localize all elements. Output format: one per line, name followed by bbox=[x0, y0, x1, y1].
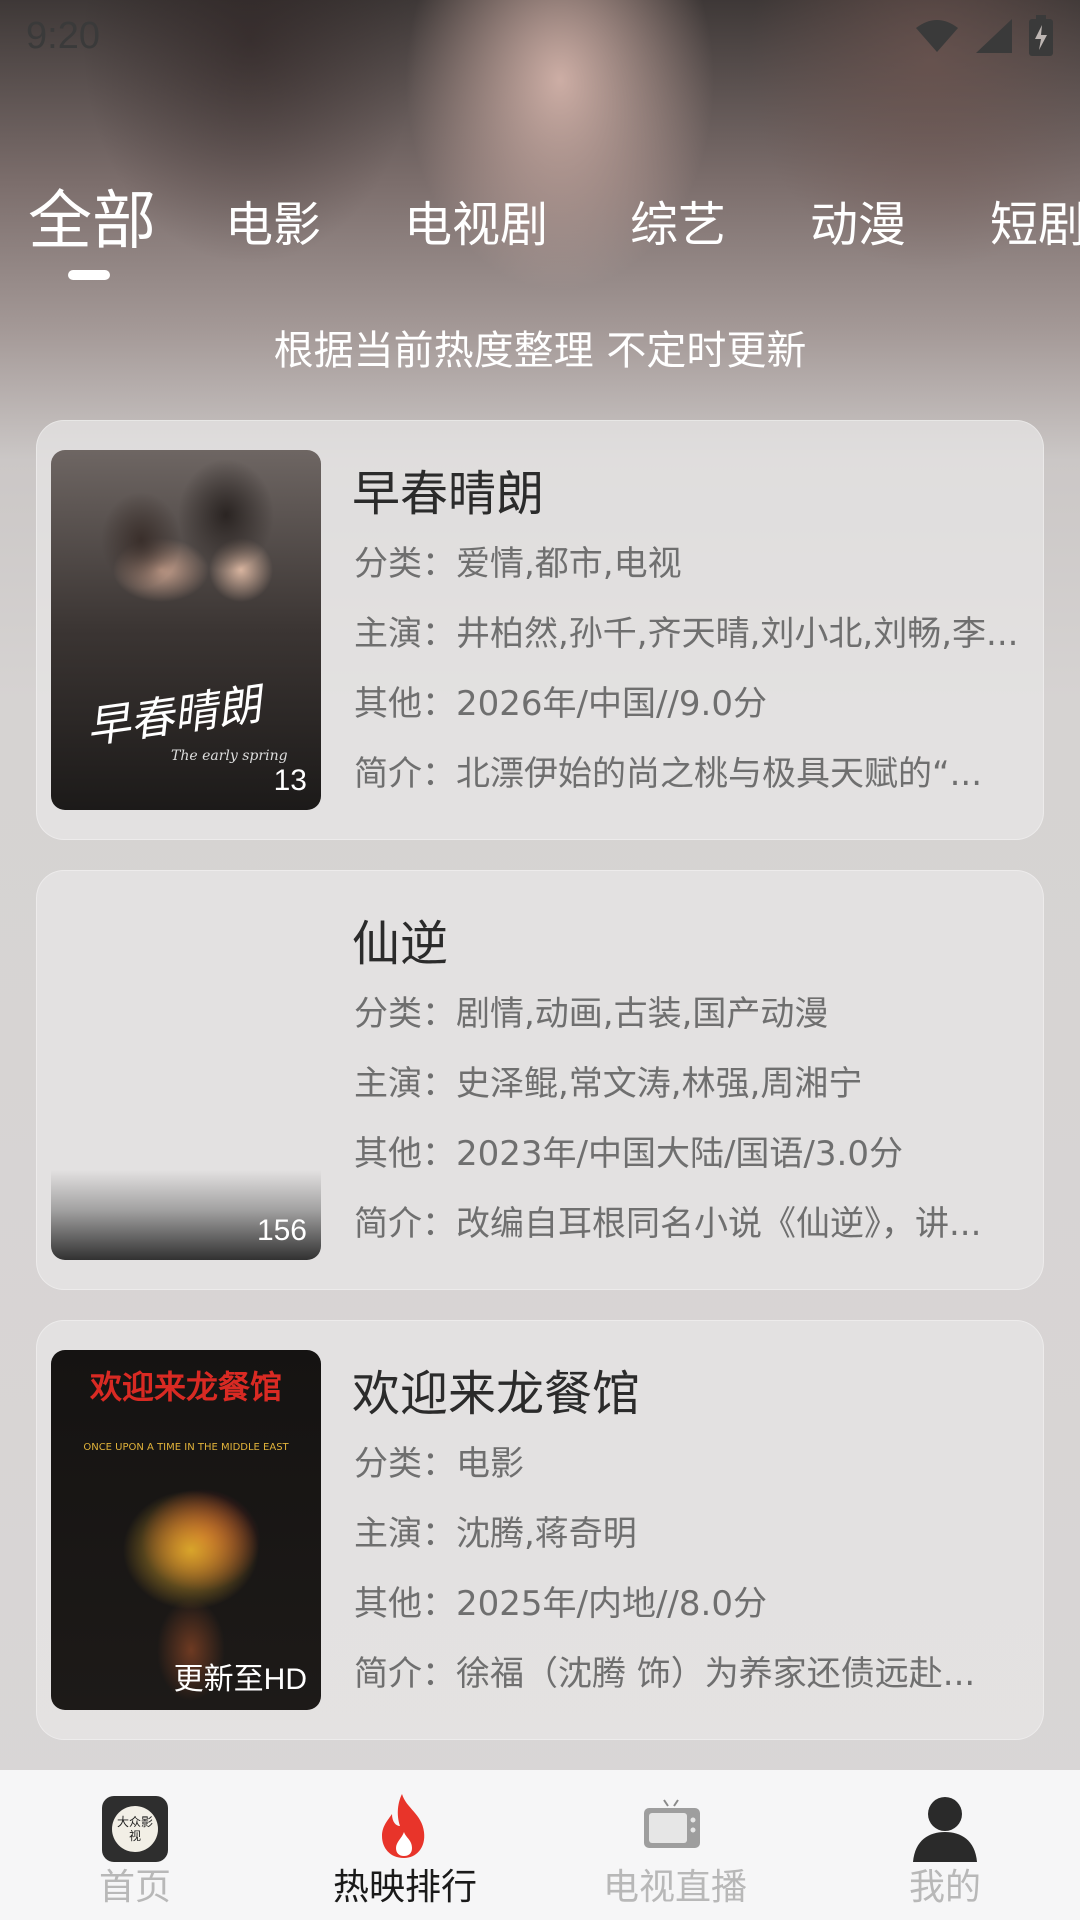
tab-anime[interactable]: 动漫 bbox=[810, 185, 906, 255]
category-tabs: 全部 电影 电视剧 综艺 动漫 短剧 bbox=[0, 170, 1080, 290]
status-time: 9:20 bbox=[26, 14, 100, 57]
user-icon bbox=[913, 1797, 977, 1862]
intro-text: 简介：北漂伊始的尚之桃与极具天赋的“... bbox=[354, 754, 983, 794]
category-text: 分类：电影 bbox=[354, 1444, 524, 1484]
update-badge: 更新至HD bbox=[173, 1663, 307, 1696]
episode-badge: 13 bbox=[273, 764, 307, 797]
cellular-signal-icon bbox=[976, 19, 1012, 53]
episode-badge: 156 bbox=[256, 1214, 307, 1247]
intro-text: 简介：改编自耳根同名小说《仙逆》，讲... bbox=[354, 1204, 982, 1244]
battery-icon bbox=[1029, 15, 1053, 56]
intro-text: 简介：徐福（沈腾 饰）为养家还债远赴... bbox=[354, 1654, 976, 1694]
list-item[interactable]: 早春晴朗 The early spring 13 早春晴朗 分类：爱情,都市,电… bbox=[36, 420, 1044, 840]
nav-hot-ranking[interactable]: 热映排行 bbox=[270, 1770, 540, 1920]
active-tab-indicator bbox=[68, 270, 110, 280]
poster-image: 早春晴朗 The early spring 13 bbox=[51, 450, 321, 810]
other-info-text: 其他：2026年/中国//9.0分 bbox=[354, 684, 767, 724]
flame-icon bbox=[382, 1794, 425, 1858]
nav-label-home: 首页 bbox=[98, 1867, 171, 1908]
status-icons bbox=[914, 15, 1054, 57]
tab-short-drama[interactable]: 短剧 bbox=[990, 185, 1080, 255]
category-text: 分类：剧情,动画,古装,国产动漫 bbox=[354, 994, 829, 1034]
category-text: 分类：爱情,都市,电视 bbox=[354, 544, 682, 584]
cast-text: 主演：沈腾,蒋奇明 bbox=[354, 1514, 637, 1554]
other-info-text: 其他：2023年/中国大陆/国语/3.0分 bbox=[354, 1134, 903, 1174]
tab-variety[interactable]: 综艺 bbox=[630, 185, 726, 255]
card-title: 欢迎来龙餐馆 bbox=[352, 1366, 641, 1422]
card-title: 仙逆 bbox=[352, 916, 449, 972]
poster-subtitle-art: The early spring bbox=[171, 748, 288, 764]
nav-label-profile: 我的 bbox=[908, 1867, 981, 1908]
list-item[interactable]: 欢迎来龙餐馆 ONCE UPON A TIME IN THE MIDDLE EA… bbox=[36, 1320, 1044, 1740]
wifi-icon bbox=[916, 20, 958, 52]
nav-profile[interactable]: 我的 bbox=[810, 1770, 1080, 1920]
ranking-subtitle: 根据当前热度整理 不定时更新 bbox=[273, 328, 807, 374]
tv-icon bbox=[644, 1799, 700, 1848]
card-title: 早春晴朗 bbox=[352, 466, 545, 522]
tab-all[interactable]: 全部 bbox=[28, 170, 156, 262]
list-item[interactable]: 156 仙逆 分类：剧情,动画,古装,国产动漫 主演：史泽鲲,常文涛,林强,周湘… bbox=[36, 870, 1044, 1290]
logo-text: 大众影视 bbox=[112, 1806, 158, 1852]
nav-label-live-tv: 电视直播 bbox=[602, 1867, 747, 1908]
nav-label-hot-ranking: 热映排行 bbox=[332, 1867, 477, 1908]
poster-image: 156 bbox=[51, 900, 321, 1260]
status-bar: 9:20 bbox=[0, 0, 1080, 72]
other-info-text: 其他：2025年/内地//8.0分 bbox=[354, 1584, 767, 1624]
nav-live-tv[interactable]: 电视直播 bbox=[540, 1770, 810, 1920]
poster-subtitle-art: ONCE UPON A TIME IN THE MIDDLE EAST bbox=[83, 1442, 289, 1453]
poster-image: 欢迎来龙餐馆 ONCE UPON A TIME IN THE MIDDLE EA… bbox=[51, 1350, 321, 1710]
cast-text: 主演：史泽鲲,常文涛,林强,周湘宁 bbox=[354, 1064, 863, 1104]
tab-movie[interactable]: 电影 bbox=[225, 185, 321, 255]
poster-title-art: 欢迎来龙餐馆 bbox=[89, 1368, 282, 1406]
cast-text: 主演：井柏然,孙千,齐天晴,刘小北,刘畅,李... bbox=[354, 614, 1019, 654]
nav-home[interactable]: 大众影视 首页 bbox=[0, 1770, 270, 1920]
app-logo-icon: 大众影视 bbox=[102, 1796, 168, 1862]
tab-tv-series[interactable]: 电视剧 bbox=[404, 185, 548, 255]
poster-title-art: 早春晴朗 bbox=[82, 678, 265, 754]
bottom-navigation: 大众影视 首页 热映排行 电视直播 我的 bbox=[0, 1770, 1080, 1920]
